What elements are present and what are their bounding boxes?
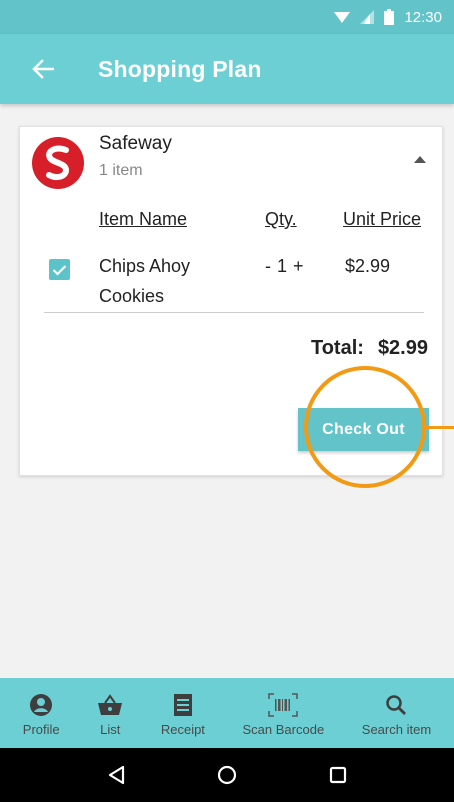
status-bar: 12:30 [0,0,454,34]
store-item-count: 1 item [99,162,143,179]
bottom-nav: Profile List Receipt Scan Barcode Search… [0,678,454,748]
store-name: Safeway [99,133,172,154]
qty-value: 1 [277,256,288,276]
status-time: 12:30 [404,8,442,26]
item-unit-price: $2.99 [345,256,391,276]
check-out-button[interactable]: Check Out [298,408,429,451]
header-qty: Qty. [265,209,297,229]
nav-item-receipt[interactable]: Receipt [161,690,205,737]
app-bar: Shopping Plan [0,34,454,104]
item-checkbox[interactable] [49,259,70,280]
quantity-stepper: - 1 + [265,251,304,281]
nav-label-receipt: Receipt [160,721,205,737]
profile-icon [30,693,53,716]
qty-decrement-button[interactable]: - [265,251,271,281]
square-recents-icon [330,766,347,784]
nav-item-profile[interactable]: Profile [23,690,60,737]
system-back-button[interactable] [96,755,136,795]
divider [44,312,424,313]
nav-label-list: List [100,721,121,737]
system-nav-bar [0,748,454,802]
qty-increment-button[interactable]: + [293,251,304,281]
arrow-left-icon [32,59,54,79]
circle-home-icon [217,765,237,785]
search-icon [386,694,407,715]
nav-item-search[interactable]: Search item [362,690,431,737]
basket-icon [98,693,123,715]
nav-label-search: Search item [361,721,432,737]
checkmark-icon [52,264,67,276]
signal-icon [360,10,375,24]
system-recents-button[interactable] [318,755,358,795]
total-value: $2.99 [377,337,428,359]
total-label: Total: [310,337,364,359]
receipt-icon [173,693,192,716]
wifi-icon [334,12,351,23]
page-title: Shopping Plan [98,55,262,82]
triangle-back-icon [108,765,124,785]
highlight-pointer-line [425,426,454,429]
nav-item-list[interactable]: List [97,690,123,737]
system-home-button[interactable] [207,755,247,795]
nav-label-scan-barcode: Scan Barcode [242,721,325,737]
nav-item-scan-barcode[interactable]: Scan Barcode [242,690,325,737]
safeway-logo-icon [32,137,84,189]
battery-icon [384,9,395,25]
barcode-icon [268,692,299,717]
nav-label-profile: Profile [22,721,60,737]
chevron-up-icon [414,155,426,163]
collapse-button[interactable] [410,149,430,169]
header-unit-price: Unit Price [343,209,422,229]
item-name: Chips Ahoy Cookies [99,256,191,306]
header-item-name: Item Name [99,209,188,229]
store-card: Safeway 1 item Item Name Qty. Unit Price… [19,126,443,476]
back-button[interactable] [14,34,72,104]
total-row: Total: $2.99 [311,337,428,360]
